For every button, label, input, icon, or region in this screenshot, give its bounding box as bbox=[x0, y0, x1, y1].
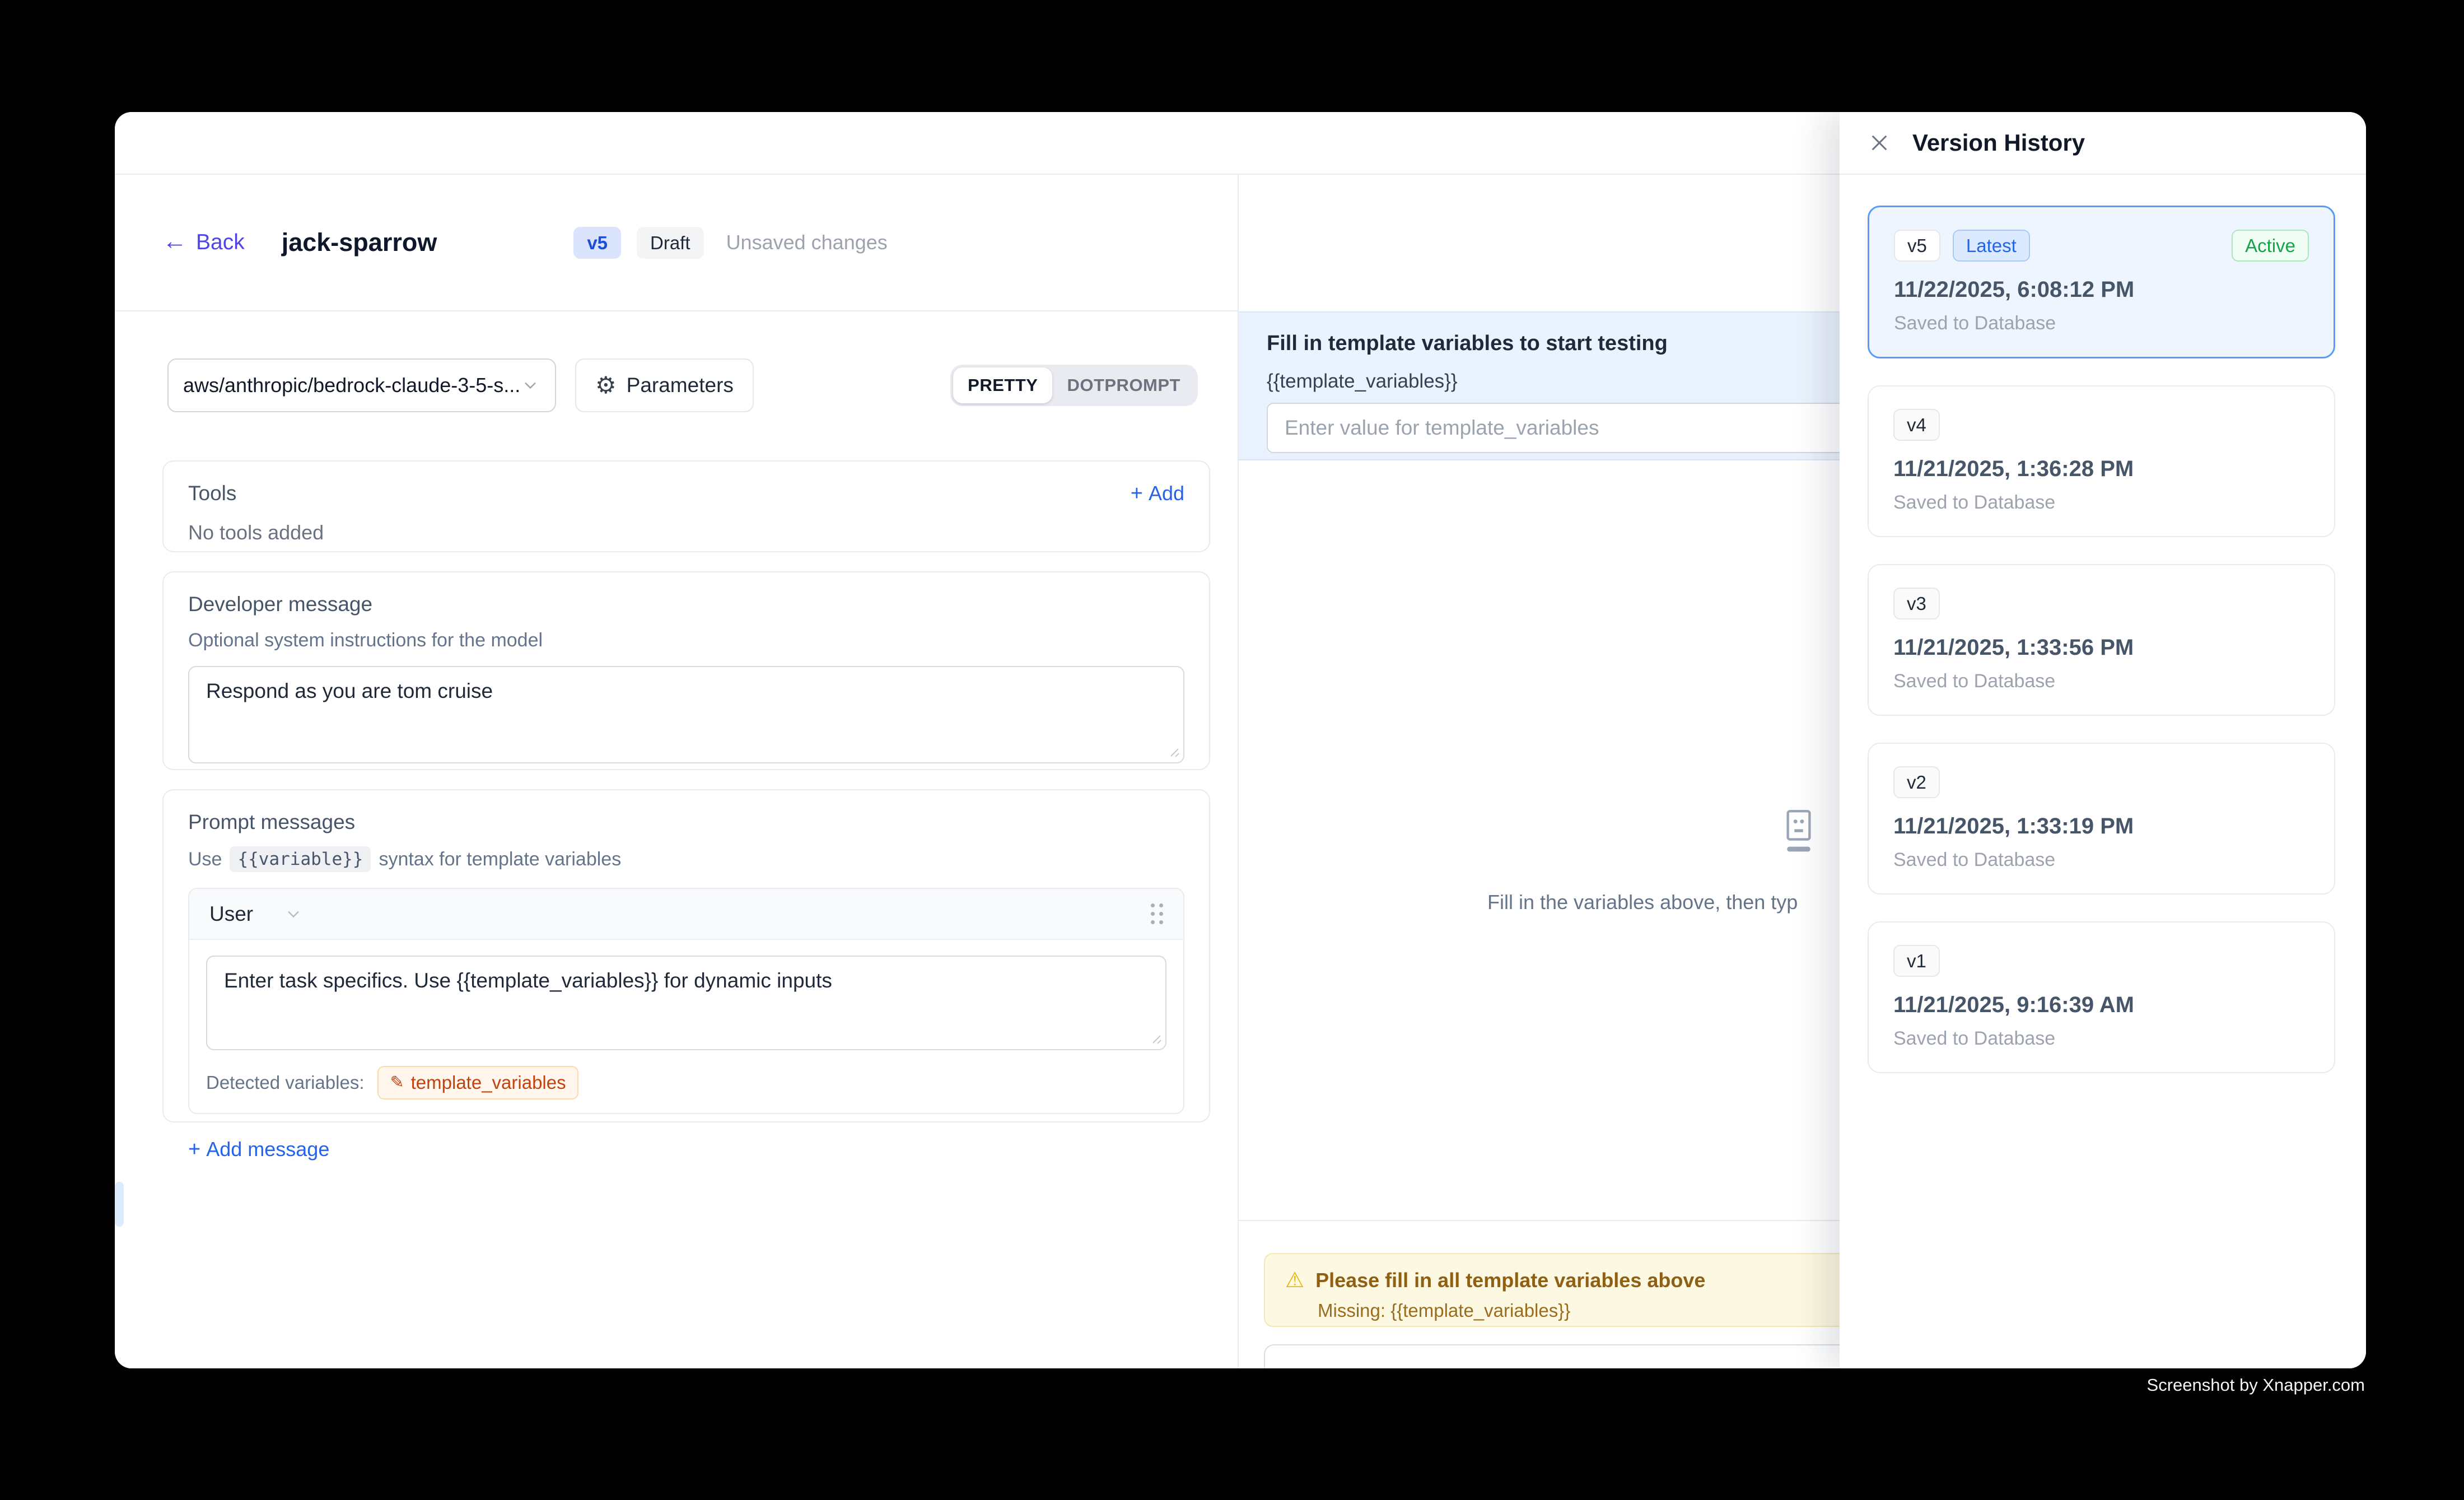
detected-variables-row: Detected variables: ✎ template_variables bbox=[206, 1066, 1166, 1100]
message-header: User bbox=[189, 889, 1183, 940]
latest-badge: Latest bbox=[1953, 230, 2030, 262]
plus-icon: + bbox=[1131, 483, 1143, 504]
warning-icon: ⚠ bbox=[1285, 1270, 1304, 1291]
version-status: Saved to Database bbox=[1893, 670, 2309, 692]
editor-toolbar: ← Back jack-sparrow v5 Draft Unsaved cha… bbox=[115, 175, 1238, 311]
drag-handle-icon[interactable] bbox=[1151, 903, 1163, 924]
draft-badge: Draft bbox=[637, 227, 704, 259]
model-row: aws/anthropic/bedrock-claude-3-5-s... ⚙ … bbox=[167, 358, 1218, 412]
version-card-v5[interactable]: v5 Latest Active 11/22/2025, 6:08:12 PM … bbox=[1868, 206, 2335, 358]
hint-prefix: Use bbox=[188, 849, 222, 870]
tools-empty-text: No tools added bbox=[188, 521, 1184, 544]
add-message-button[interactable]: + Add message bbox=[188, 1138, 1184, 1161]
version-history-title: Version History bbox=[1912, 129, 2085, 156]
back-arrow-icon: ← bbox=[162, 229, 187, 254]
toggle-dotprompt[interactable]: DOTPROMPT bbox=[1052, 367, 1195, 403]
developer-message-input[interactable]: Respond as you are tom cruise bbox=[188, 666, 1184, 763]
resize-handle-icon[interactable] bbox=[1149, 1031, 1162, 1045]
add-message-label: Add message bbox=[206, 1138, 329, 1161]
gear-icon: ⚙ bbox=[595, 374, 617, 397]
version-card-v1[interactable]: v1 11/21/2025, 9:16:39 AM Saved to Datab… bbox=[1868, 921, 2335, 1073]
detected-variables-label: Detected variables: bbox=[206, 1072, 364, 1093]
version-timestamp: 11/21/2025, 1:33:19 PM bbox=[1893, 814, 2309, 839]
tools-card: Tools + Add No tools added bbox=[162, 460, 1210, 552]
page-title: jack-sparrow bbox=[282, 228, 437, 257]
detected-variable-chip[interactable]: ✎ template_variables bbox=[377, 1066, 578, 1100]
add-tool-label: Add bbox=[1149, 482, 1184, 505]
version-card-v4[interactable]: v4 11/21/2025, 1:36:28 PM Saved to Datab… bbox=[1868, 385, 2335, 537]
developer-message-card: Developer message Optional system instru… bbox=[162, 571, 1210, 770]
back-label: Back bbox=[196, 230, 245, 255]
version-number-badge: v3 bbox=[1893, 588, 1940, 619]
tools-title: Tools bbox=[188, 482, 236, 505]
version-number-badge: v1 bbox=[1893, 945, 1940, 977]
variable-syntax-chip: {{variable}} bbox=[230, 846, 371, 872]
version-list: v5 Latest Active 11/22/2025, 6:08:12 PM … bbox=[1840, 175, 2366, 1073]
detected-variable-name: template_variables bbox=[411, 1072, 566, 1093]
chevron-down-icon[interactable] bbox=[283, 904, 304, 924]
version-timestamp: 11/21/2025, 1:36:28 PM bbox=[1893, 456, 2309, 482]
plus-icon: + bbox=[188, 1139, 200, 1160]
pencil-icon: ✎ bbox=[390, 1074, 404, 1091]
version-status: Saved to Database bbox=[1893, 1028, 2309, 1050]
format-toggle: PRETTY DOTPROMPT bbox=[950, 365, 1198, 406]
parameters-button[interactable]: ⚙ Parameters bbox=[575, 358, 754, 412]
toggle-pretty[interactable]: PRETTY bbox=[953, 367, 1052, 403]
close-icon[interactable] bbox=[1868, 131, 1891, 155]
robot-icon bbox=[1781, 808, 1816, 856]
prompt-messages-title: Prompt messages bbox=[188, 810, 1184, 834]
version-history-header: Version History bbox=[1840, 112, 2366, 175]
add-tool-button[interactable]: + Add bbox=[1131, 482, 1184, 505]
developer-message-title: Developer message bbox=[188, 593, 1184, 616]
back-button[interactable]: ← Back bbox=[162, 230, 245, 255]
version-history-panel: Version History v5 Latest Active 11/22/2… bbox=[1840, 112, 2366, 1368]
version-status: Saved to Database bbox=[1894, 313, 2309, 334]
editor-content: aws/anthropic/bedrock-claude-3-5-s... ⚙ … bbox=[115, 311, 1238, 1122]
model-select[interactable]: aws/anthropic/bedrock-claude-3-5-s... bbox=[167, 358, 556, 412]
left-edge-element bbox=[115, 1182, 124, 1227]
chevron-down-icon bbox=[520, 375, 540, 395]
version-badge: v5 bbox=[573, 227, 621, 259]
resize-handle-icon[interactable] bbox=[1166, 744, 1180, 758]
developer-message-subtitle: Optional system instructions for the mod… bbox=[188, 630, 1184, 651]
model-select-value: aws/anthropic/bedrock-claude-3-5-s... bbox=[183, 374, 520, 397]
version-status: Saved to Database bbox=[1893, 849, 2309, 871]
app-window: ← Back jack-sparrow v5 Draft Unsaved cha… bbox=[115, 112, 2366, 1368]
version-timestamp: 11/21/2025, 1:33:56 PM bbox=[1893, 635, 2309, 660]
warning-title: Please fill in all template variables ab… bbox=[1315, 1269, 1705, 1292]
message-body: Enter task specifics. Use {{template_var… bbox=[189, 940, 1183, 1113]
version-number-badge: v4 bbox=[1893, 409, 1940, 441]
parameters-label: Parameters bbox=[627, 374, 734, 397]
active-badge: Active bbox=[2232, 230, 2309, 262]
version-card-v3[interactable]: v3 11/21/2025, 1:33:56 PM Saved to Datab… bbox=[1868, 564, 2335, 716]
message-input[interactable]: Enter task specifics. Use {{template_var… bbox=[206, 956, 1166, 1050]
version-status: Saved to Database bbox=[1893, 492, 2309, 514]
watermark: Screenshot by Xnapper.com bbox=[2147, 1375, 2365, 1395]
version-timestamp: 11/21/2025, 9:16:39 AM bbox=[1893, 993, 2309, 1018]
editor-pane: ← Back jack-sparrow v5 Draft Unsaved cha… bbox=[115, 175, 1238, 1368]
empty-state-text: Fill in the variables above, then typ bbox=[1487, 891, 1798, 914]
version-number-badge: v5 bbox=[1894, 230, 1940, 262]
message-block: User Enter task specifics. Use {{templat… bbox=[188, 888, 1184, 1114]
version-number-badge: v2 bbox=[1893, 766, 1940, 798]
role-select[interactable]: User bbox=[209, 902, 253, 926]
version-card-v2[interactable]: v2 11/21/2025, 1:33:19 PM Saved to Datab… bbox=[1868, 743, 2335, 895]
hint-suffix: syntax for template variables bbox=[379, 849, 621, 870]
prompt-hint: Use {{variable}} syntax for template var… bbox=[188, 846, 1184, 872]
prompt-messages-card: Prompt messages Use {{variable}} syntax … bbox=[162, 789, 1210, 1122]
unsaved-changes-label: Unsaved changes bbox=[726, 231, 888, 254]
version-timestamp: 11/22/2025, 6:08:12 PM bbox=[1894, 277, 2309, 302]
